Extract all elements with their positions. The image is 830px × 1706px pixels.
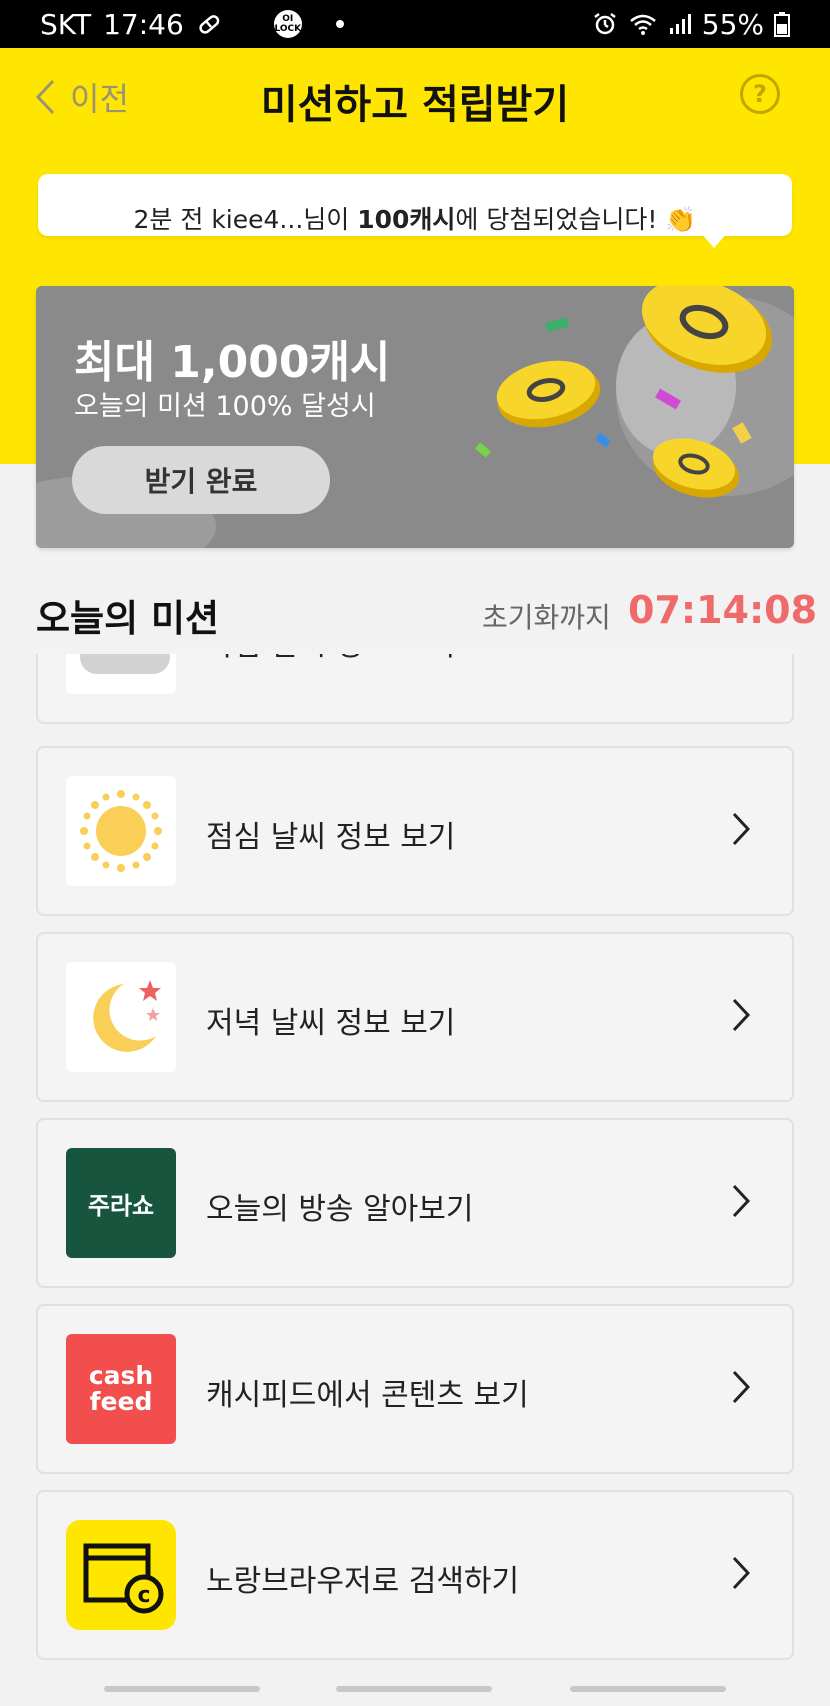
banner-title: 최대 1,000캐시	[74, 337, 391, 388]
carrier-label: SKT	[40, 7, 92, 41]
winner-ticker: 2분 전 kiee4...님이 100캐시에 당첨되었습니다! 👏	[38, 174, 792, 236]
clock: 17:46	[103, 7, 184, 41]
mission-item-cashfeed[interactable]: cash feed 캐시피드에서 콘텐츠 보기	[36, 1304, 794, 1474]
ticker-text: 2분 전 kiee4...님이 100캐시에 당첨되었습니다! 👏	[133, 205, 697, 234]
claim-complete-button[interactable]: 받기 완료	[72, 446, 330, 514]
mission-item-lunch-weather[interactable]: 점심 날씨 정보 보기	[36, 746, 794, 916]
ticker-tail	[700, 232, 728, 248]
mission-item-evening-weather[interactable]: 저녁 날씨 정보 보기	[36, 932, 794, 1102]
page-indicator-bar	[104, 1686, 260, 1692]
help-icon[interactable]: ?	[740, 74, 780, 114]
alarm-icon	[592, 11, 618, 37]
mission-label: 점심 날씨 정보 보기	[206, 820, 456, 855]
yellow-browser-icon: c	[66, 1520, 176, 1630]
mission-label: 오늘의 방송 알아보기	[206, 1192, 474, 1227]
status-bar: SKT 17:46 OI LOCK 55%	[0, 0, 830, 48]
mission-item-yellow-browser[interactable]: c 노랑브라우저로 검색하기	[36, 1490, 794, 1660]
page-indicator-bar	[336, 1686, 492, 1692]
page-indicator-bar	[570, 1686, 726, 1692]
reset-label: 초기화까지	[482, 601, 611, 634]
banner-subtitle: 오늘의 미션 100% 달성시	[74, 391, 376, 422]
wifi-icon	[628, 11, 658, 37]
pill-icon	[196, 11, 222, 37]
chevron-right-icon	[732, 1556, 750, 1590]
mission-list[interactable]: 아침 날씨 정보 보기 점심 날씨 정보 보기 저녁 날씨 정보 보기 주라쇼 …	[0, 654, 830, 1674]
mission-label: 캐시피드에서 콘텐츠 보기	[206, 1378, 529, 1413]
battery-percent: 55%	[701, 7, 764, 41]
chevron-right-icon	[732, 1370, 750, 1404]
moon-stars-icon	[66, 962, 176, 1072]
notification-dot-icon	[335, 20, 344, 28]
mission-item-morning-weather[interactable]: 아침 날씨 정보 보기	[36, 654, 794, 724]
top-nav: 이전 미션하고 적립받기 ?	[0, 48, 830, 148]
reset-timer: 07:14:08	[628, 588, 818, 632]
mission-label: 노랑브라우저로 검색하기	[206, 1564, 520, 1599]
mission-label: 아침 날씨 정보 보기	[206, 654, 455, 664]
cashfeed-logo-text-1: cash	[88, 1361, 154, 1390]
mission-item-today-broadcast[interactable]: 주라쇼 오늘의 방송 알아보기	[36, 1118, 794, 1288]
sun-icon	[66, 776, 176, 886]
battery-icon	[774, 11, 790, 37]
cloud-icon	[66, 654, 176, 694]
lock-app-icon: OI LOCK	[273, 10, 302, 38]
page-indicator	[0, 1686, 830, 1694]
mission-label: 저녁 날씨 정보 보기	[206, 1006, 456, 1041]
page-title: 미션하고 적립받기	[260, 82, 570, 128]
signal-icon	[668, 12, 692, 36]
jurasho-logo-text: 주라쇼	[87, 1191, 155, 1220]
chevron-right-icon	[732, 998, 750, 1032]
jurasho-logo: 주라쇼	[66, 1148, 176, 1258]
section-title: 오늘의 미션	[36, 597, 220, 640]
svg-text:c: c	[137, 1583, 150, 1608]
chevron-right-icon	[732, 1184, 750, 1218]
cashfeed-logo-text-2: feed	[89, 1387, 153, 1416]
cashfeed-logo: cash feed	[66, 1334, 176, 1444]
promo-banner: 최대 1,000캐시 오늘의 미션 100% 달성시 받기 완료	[36, 286, 794, 548]
chevron-right-icon	[732, 812, 750, 846]
